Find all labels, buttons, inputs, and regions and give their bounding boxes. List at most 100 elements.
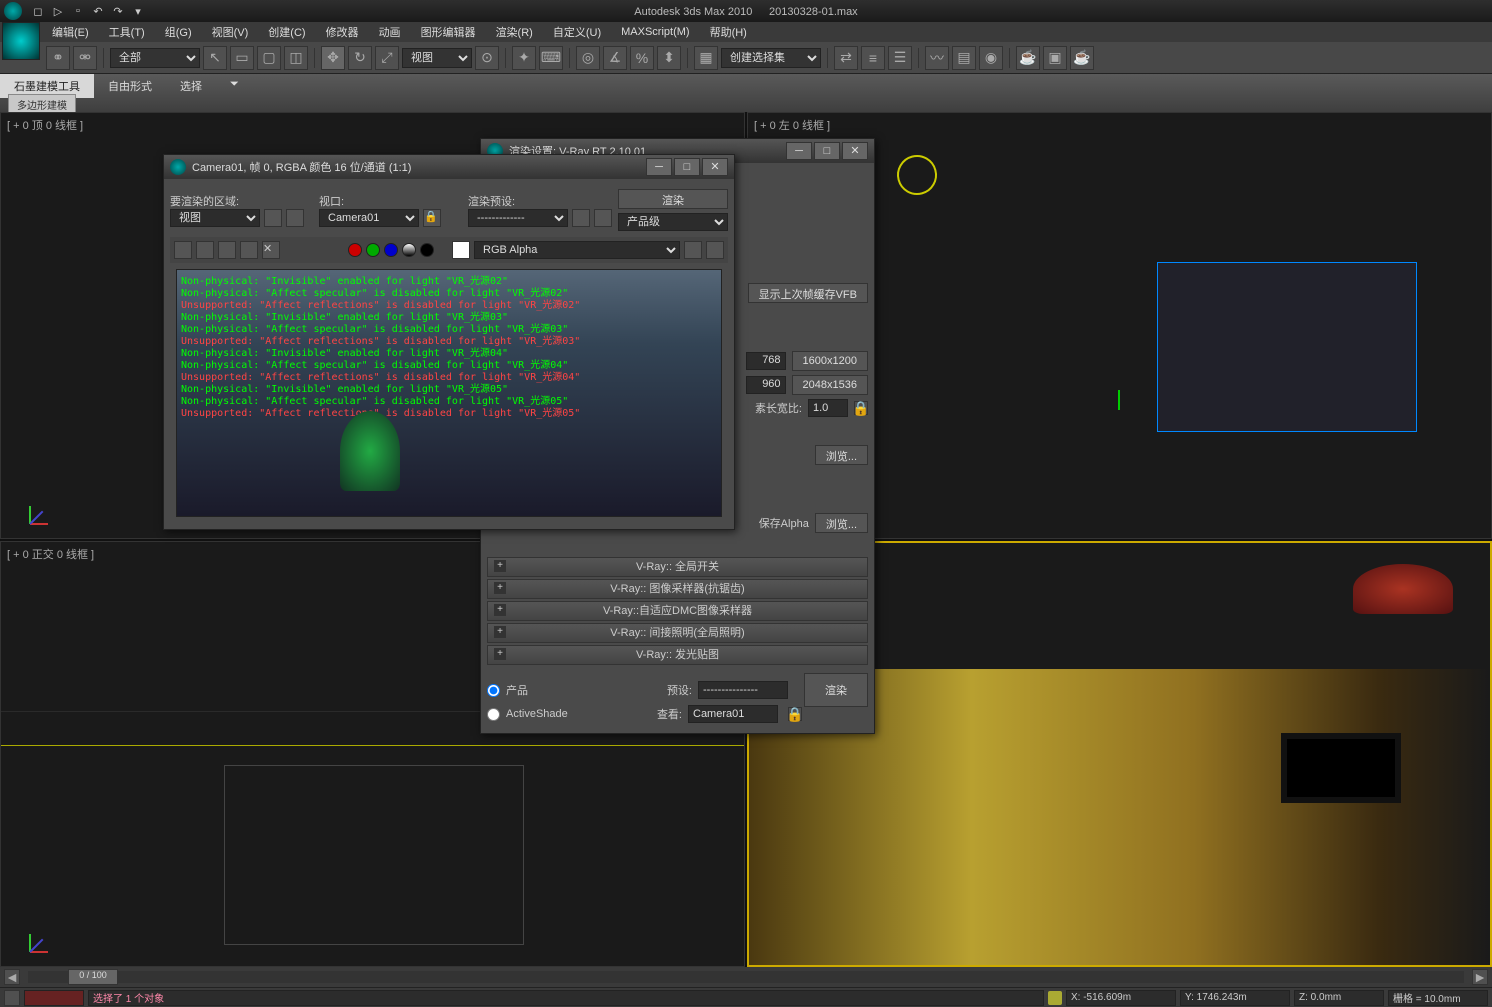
preset-btn-icon[interactable] — [572, 209, 590, 227]
select-name-icon[interactable]: ▭ — [230, 46, 254, 70]
app-icon[interactable] — [4, 2, 22, 20]
copy-icon[interactable] — [196, 241, 214, 259]
lock-icon[interactable]: 🔒 — [788, 707, 802, 721]
schematic-icon[interactable]: ▤ — [952, 46, 976, 70]
qat-open-icon[interactable]: ▷ — [50, 3, 66, 19]
render-output[interactable]: Non-physical: "Invisible" enabled for li… — [176, 269, 722, 517]
level-select[interactable]: 产品级 — [618, 213, 728, 231]
rotate-icon[interactable]: ↻ — [348, 46, 372, 70]
rollout[interactable]: +V-Ray:: 图像采样器(抗锯齿) — [487, 579, 868, 599]
link-icon[interactable]: ⚭ — [46, 46, 70, 70]
save-icon[interactable] — [174, 241, 192, 259]
render-button[interactable]: 渲染 — [804, 673, 868, 707]
preset-btn-icon[interactable] — [594, 209, 612, 227]
coord-x[interactable]: X: -516.609m — [1066, 990, 1176, 1006]
rollout[interactable]: +V-Ray::自适应DMC图像采样器 — [487, 601, 868, 621]
ribbon-tab-freeform[interactable]: 自由形式 — [94, 74, 166, 98]
activeshade-radio[interactable] — [487, 708, 500, 721]
menu-help[interactable]: 帮助(H) — [704, 24, 753, 40]
channel-alpha-icon[interactable] — [402, 243, 416, 257]
mirror-icon[interactable]: ⇄ — [834, 46, 858, 70]
channel-mono-icon[interactable] — [420, 243, 434, 257]
region-btn-icon[interactable] — [264, 209, 282, 227]
snap-icon[interactable]: ◎ — [576, 46, 600, 70]
qat-save-icon[interactable]: ▫ — [70, 3, 86, 19]
viewport-label[interactable]: [ + 0 左 0 线框 ] — [754, 117, 830, 133]
render-button[interactable]: 渲染 — [618, 189, 728, 209]
curve-editor-icon[interactable]: 〰 — [925, 46, 949, 70]
lock-icon[interactable] — [1048, 991, 1062, 1005]
region-icon[interactable]: ▢ — [257, 46, 281, 70]
script-mini[interactable] — [24, 990, 84, 1006]
menu-tools[interactable]: 工具(T) — [103, 24, 151, 40]
browse-button[interactable]: 浏览... — [815, 513, 868, 533]
select-icon[interactable]: ↖ — [203, 46, 227, 70]
size-field[interactable]: 768 — [746, 352, 786, 370]
render-setup-icon[interactable]: ☕ — [1016, 46, 1040, 70]
channel-green-icon[interactable] — [366, 243, 380, 257]
maximize-icon[interactable]: □ — [814, 142, 840, 160]
menu-maxscript[interactable]: MAXScript(M) — [615, 26, 695, 38]
window-cross-icon[interactable]: ◫ — [284, 46, 308, 70]
align-icon[interactable]: ≡ — [861, 46, 885, 70]
scale-icon[interactable]: ⤢ — [375, 46, 399, 70]
minimize-icon[interactable]: ─ — [646, 158, 672, 176]
dialog-titlebar[interactable]: Camera01, 帧 0, RGBA 颜色 16 位/通道 (1:1) ─ □… — [164, 155, 734, 179]
aspect-field[interactable] — [808, 399, 848, 417]
selection-filter[interactable]: 全部 — [110, 48, 200, 68]
angle-snap-icon[interactable]: ∡ — [603, 46, 627, 70]
region-select[interactable]: 视图 — [170, 209, 260, 227]
named-selection-set[interactable]: 创建选择集 — [721, 48, 821, 68]
key-mode-icon[interactable]: ◄ — [4, 969, 20, 985]
render-icon[interactable]: ☕ — [1070, 46, 1094, 70]
qat-redo-icon[interactable]: ↷ — [110, 3, 126, 19]
rollout[interactable]: +V-Ray:: 发光贴图 — [487, 645, 868, 665]
product-radio[interactable] — [487, 684, 500, 697]
coord-z[interactable]: Z: 0.0mm — [1294, 990, 1384, 1006]
ribbon-tab-expand-icon[interactable]: ⏷ — [216, 74, 253, 95]
menu-rendering[interactable]: 渲染(R) — [490, 24, 539, 40]
pivot-icon[interactable]: ⊙ — [475, 46, 499, 70]
qat-new-icon[interactable]: ◻ — [30, 3, 46, 19]
move-icon[interactable]: ✥ — [321, 46, 345, 70]
slider-track[interactable]: 0 / 100 — [28, 971, 1464, 983]
manip-icon[interactable]: ✦ — [512, 46, 536, 70]
bg-toggle-icon[interactable] — [452, 241, 470, 259]
close-icon[interactable]: ✕ — [702, 158, 728, 176]
viewport-select[interactable]: Camera01 — [319, 209, 419, 227]
size-field[interactable]: 960 — [746, 376, 786, 394]
view-field[interactable] — [688, 705, 778, 723]
viewport-label[interactable]: [ + 0 顶 0 线框 ] — [7, 117, 83, 133]
preset-field[interactable] — [698, 681, 788, 699]
preset-size-button[interactable]: 2048x1536 — [792, 375, 868, 395]
rollout[interactable]: +V-Ray:: 全局开关 — [487, 557, 868, 577]
vfb-btn-icon[interactable] — [684, 241, 702, 259]
maximize-icon[interactable]: □ — [674, 158, 700, 176]
menu-graph-editors[interactable]: 图形编辑器 — [415, 24, 482, 40]
unlink-icon[interactable]: ⚮ — [73, 46, 97, 70]
menu-group[interactable]: 组(G) — [159, 24, 198, 40]
viewport-label[interactable]: [ + 0 正交 0 线框 ] — [7, 546, 94, 562]
coord-y[interactable]: Y: 1746.243m — [1180, 990, 1290, 1006]
menu-animation[interactable]: 动画 — [373, 24, 407, 40]
qat-dropdown-icon[interactable]: ▾ — [130, 3, 146, 19]
material-icon[interactable]: ◉ — [979, 46, 1003, 70]
rollout[interactable]: +V-Ray:: 间接照明(全局照明) — [487, 623, 868, 643]
minimize-icon[interactable]: ─ — [786, 142, 812, 160]
slider-thumb[interactable]: 0 / 100 — [68, 969, 118, 985]
qat-undo-icon[interactable]: ↶ — [90, 3, 106, 19]
spinner-snap-icon[interactable]: ⬍ — [657, 46, 681, 70]
script-listener-icon[interactable] — [4, 990, 20, 1006]
ribbon-tab-selection[interactable]: 选择 — [166, 74, 216, 98]
clone-icon[interactable] — [218, 241, 236, 259]
menu-edit[interactable]: 编辑(E) — [46, 24, 95, 40]
show-vfb-button[interactable]: 显示上次帧缓存VFB — [748, 283, 868, 303]
region-btn-icon[interactable] — [286, 209, 304, 227]
vfb-btn-icon[interactable] — [706, 241, 724, 259]
layers-icon[interactable]: ☰ — [888, 46, 912, 70]
menu-modifiers[interactable]: 修改器 — [320, 24, 365, 40]
channel-red-icon[interactable] — [348, 243, 362, 257]
key-mode-icon[interactable]: ► — [1472, 969, 1488, 985]
print-icon[interactable] — [240, 241, 258, 259]
lock-icon[interactable]: 🔒 — [854, 401, 868, 415]
